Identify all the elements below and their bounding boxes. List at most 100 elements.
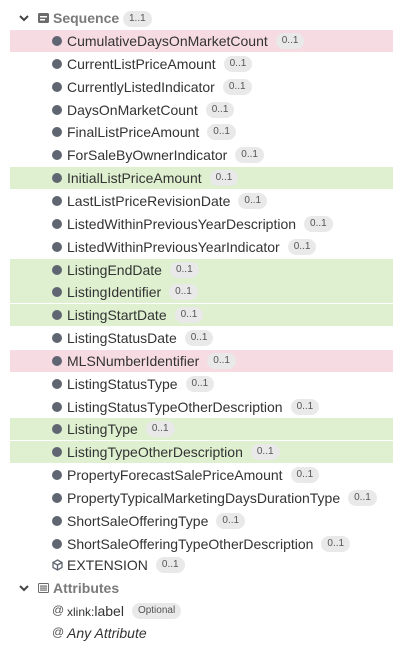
- element-bullet-icon: [52, 356, 62, 366]
- element-label: ListingEndDate 0..1: [67, 262, 199, 278]
- element-row[interactable]: PropertyTypicalMarketingDaysDurationType…: [0, 487, 400, 509]
- element-row[interactable]: ListingEndDate 0..1: [10, 259, 393, 281]
- element-name: DaysOnMarketCount: [67, 102, 198, 118]
- element-name: ListedWithinPreviousYearIndicator: [67, 239, 280, 255]
- element-name: CurrentlyListedIndicator: [67, 79, 215, 95]
- sequence-icon: [38, 13, 49, 23]
- element-label: ListedWithinPreviousYearIndicator 0..1: [67, 239, 317, 255]
- element-bullet-icon: [52, 424, 62, 434]
- element-bullet-icon: [52, 516, 62, 526]
- cardinality-badge: 0..1: [216, 513, 246, 529]
- element-label: CumulativeDaysOnMarketCount 0..1: [67, 33, 305, 49]
- element-name: InitialListPriceAmount: [67, 170, 202, 186]
- attribute-namespace: xlink:: [67, 605, 95, 619]
- cardinality-badge: 0..1: [145, 421, 175, 437]
- element-bullet-icon: [52, 59, 62, 69]
- element-label: InitialListPriceAmount 0..1: [67, 170, 239, 186]
- element-row[interactable]: ForSaleByOwnerIndicator 0..1: [0, 144, 400, 166]
- cardinality-badge: 0..1: [287, 239, 317, 255]
- element-row[interactable]: ListingStatusTypeOtherDescription 0..1: [0, 396, 400, 418]
- element-row[interactable]: ListedWithinPreviousYearIndicator 0..1: [0, 236, 400, 258]
- element-label: ForSaleByOwnerIndicator 0..1: [67, 147, 264, 163]
- element-row[interactable]: ShortSaleOfferingType 0..1: [0, 510, 400, 532]
- element-label: ListingIdentifier 0..1: [67, 284, 198, 300]
- element-row[interactable]: FinalListPriceAmount 0..1: [0, 121, 400, 143]
- element-row[interactable]: ShortSaleOfferingTypeOtherDescription 0..…: [0, 533, 400, 555]
- element-label: ListingStatusType 0..1: [67, 376, 215, 392]
- attribute-label: xlink:label Optional: [67, 603, 182, 619]
- element-name: ListingStartDate: [67, 307, 167, 323]
- extension-cube-icon: [52, 559, 63, 571]
- sequence-cardinality-badge: 1..1: [123, 11, 152, 27]
- element-label: ListingStartDate 0..1: [67, 307, 204, 323]
- element-label: DaysOnMarketCount 0..1: [67, 102, 235, 118]
- element-name: ListingStatusType: [67, 376, 178, 392]
- attribute-row-xlink-label[interactable]: @ xlink:label Optional: [0, 600, 400, 622]
- element-row[interactable]: InitialListPriceAmount 0..1: [10, 167, 393, 189]
- element-label: CurrentlyListedIndicator 0..1: [67, 79, 252, 95]
- chevron-down-icon[interactable]: [18, 582, 30, 594]
- element-row[interactable]: ListedWithinPreviousYearDescription 0..1: [0, 213, 400, 235]
- element-name: MLSNumberIdentifier: [67, 353, 200, 369]
- element-name: ListingEndDate: [67, 262, 162, 278]
- cardinality-badge: 0..1: [207, 353, 236, 369]
- element-label: CurrentListPriceAmount 0..1: [67, 56, 253, 72]
- element-row[interactable]: ListingIdentifier 0..1: [10, 281, 393, 303]
- element-bullet-icon: [52, 470, 62, 480]
- element-row[interactable]: CurrentlyListedIndicator 0..1: [0, 76, 400, 98]
- element-row[interactable]: ListingStatusDate 0..1: [0, 327, 400, 349]
- attribute-row-any[interactable]: @ Any Attribute: [0, 622, 400, 644]
- element-row[interactable]: LastListPriceRevisionDate 0..1: [0, 190, 400, 212]
- element-bullet-icon: [52, 402, 62, 412]
- element-row[interactable]: DaysOnMarketCount 0..1: [0, 99, 400, 121]
- element-bullet-icon: [52, 82, 62, 92]
- cardinality-badge: 0..1: [275, 33, 305, 49]
- cardinality-badge: 0..1: [321, 536, 351, 552]
- sequence-group-header[interactable]: Sequence 1..1: [0, 7, 400, 29]
- sequence-label: Sequence: [53, 10, 120, 26]
- element-bullet-icon: [52, 379, 62, 389]
- attributes-list-icon: [38, 583, 49, 593]
- element-row[interactable]: ListingTypeOtherDescription 0..1: [10, 441, 393, 463]
- cardinality-badge: 0..1: [304, 216, 333, 232]
- element-bullet-icon: [52, 219, 62, 229]
- cardinality-badge: 0..1: [169, 284, 198, 300]
- element-name: ShortSaleOfferingType: [67, 513, 209, 529]
- element-name: ListingTypeOtherDescription: [67, 444, 243, 460]
- element-label: PropertyTypicalMarketingDaysDurationType…: [67, 490, 377, 506]
- element-bullet-icon: [52, 105, 62, 115]
- element-bullet-icon: [52, 287, 62, 297]
- cardinality-badge: 0..1: [185, 376, 215, 392]
- cardinality-badge: 0..1: [207, 124, 236, 140]
- element-bullet-icon: [52, 447, 62, 457]
- element-bullet-icon: [52, 333, 62, 343]
- element-row[interactable]: ListingType 0..1: [10, 418, 393, 440]
- optional-badge: Optional: [131, 603, 182, 619]
- element-row[interactable]: CurrentListPriceAmount 0..1: [0, 53, 400, 75]
- attributes-label: Attributes: [53, 580, 120, 596]
- at-sign-icon: @: [52, 603, 65, 617]
- element-bullet-icon: [52, 127, 62, 137]
- element-row[interactable]: ListingStartDate 0..1: [10, 304, 393, 326]
- element-row[interactable]: ListingStatusType 0..1: [0, 373, 400, 395]
- extension-row[interactable]: EXTENSION 0..1: [0, 554, 400, 576]
- cardinality-badge: 0..1: [174, 307, 204, 323]
- element-bullet-icon: [52, 242, 62, 252]
- cardinality-badge: 0..1: [238, 193, 268, 209]
- cardinality-badge: 0..1: [209, 170, 239, 186]
- attributes-group-header[interactable]: Attributes: [0, 577, 400, 599]
- element-label: LastListPriceRevisionDate 0..1: [67, 193, 268, 209]
- element-label: ListingTypeOtherDescription 0..1: [67, 444, 280, 460]
- element-label: ListingStatusDate 0..1: [67, 330, 214, 346]
- element-row[interactable]: MLSNumberIdentifier 0..1: [10, 350, 393, 372]
- cardinality-badge: 0..1: [235, 147, 264, 163]
- element-label: PropertyForecastSalePriceAmount 0..1: [67, 467, 320, 483]
- element-bullet-icon: [52, 493, 62, 503]
- element-row[interactable]: CumulativeDaysOnMarketCount 0..1: [10, 30, 393, 52]
- element-row[interactable]: PropertyForecastSalePriceAmount 0..1: [0, 464, 400, 486]
- element-bullet-icon: [52, 310, 62, 320]
- extension-label: EXTENSION 0..1: [67, 557, 185, 573]
- element-name: ListingStatusTypeOtherDescription: [67, 399, 283, 415]
- chevron-down-icon[interactable]: [18, 12, 30, 24]
- element-label: ListedWithinPreviousYearDescription 0..1: [67, 216, 333, 232]
